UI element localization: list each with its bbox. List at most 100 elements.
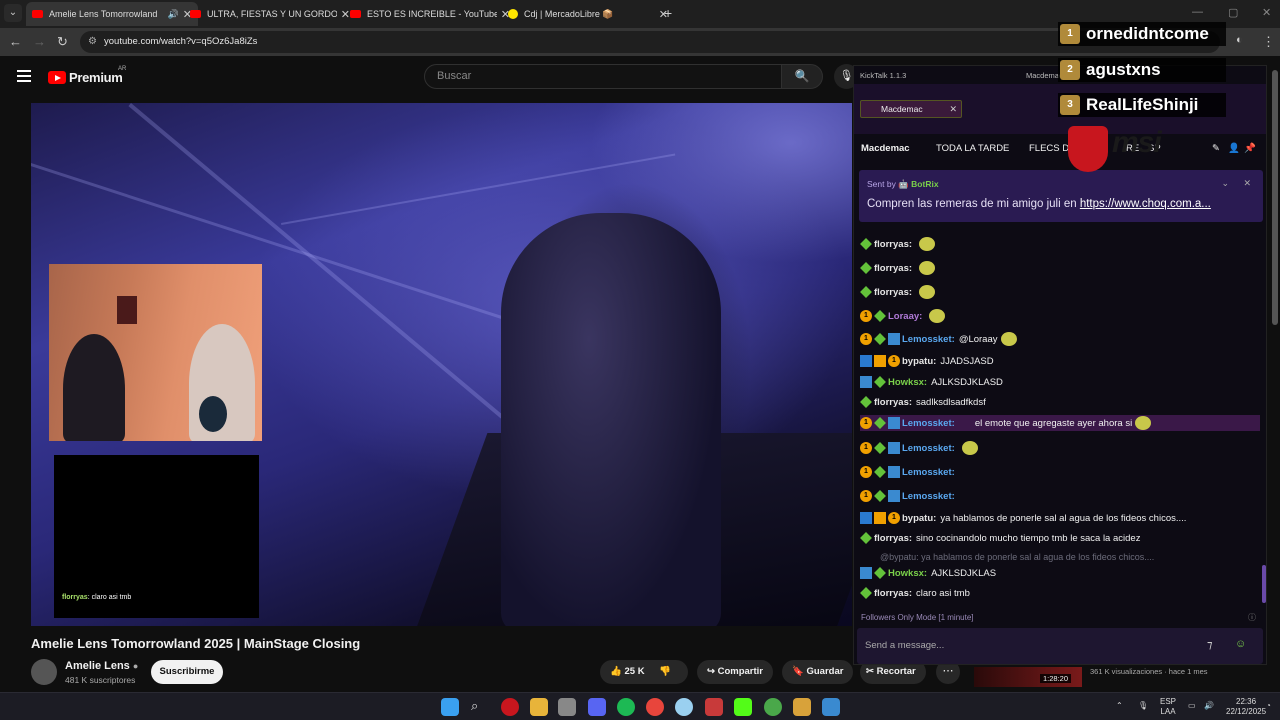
chrome-icon[interactable] [646, 698, 664, 716]
subscribe-button[interactable]: Suscribirme [151, 660, 223, 684]
app-icon[interactable] [822, 698, 840, 716]
tab-search-button[interactable]: ⌄ [4, 4, 22, 22]
language-indicator[interactable]: ESP LAA [1160, 697, 1176, 717]
notifications-icon[interactable]: ◔ [1266, 701, 1271, 711]
page-scrollbar[interactable] [1272, 70, 1278, 325]
spotify-icon[interactable] [617, 698, 635, 716]
minimize-icon[interactable]: — [1192, 6, 1203, 18]
nav-item[interactable]: Macdemac [861, 143, 910, 154]
hamburger-menu-icon[interactable] [17, 70, 31, 82]
back-arrow-icon[interactable]: ← [9, 34, 22, 49]
chat-message[interactable]: 1 Lemossket: el emote que agregaste ayer a… [860, 415, 1260, 431]
chat-username[interactable]: Lemossket: [902, 418, 955, 429]
discord-icon[interactable] [588, 698, 606, 716]
chat-message[interactable]: florryas: claro asi tmb [860, 585, 1260, 601]
chat-username[interactable]: Loraay: [888, 311, 922, 322]
share-button[interactable]: ↪ Compartir [697, 660, 774, 684]
url-field[interactable]: ⚙ youtube.com/watch?v=q5Oz6Ja8iZs [80, 31, 1220, 53]
chat-username[interactable]: Howksx: [888, 377, 927, 388]
chat-username[interactable]: florryas: [874, 239, 912, 250]
forward-arrow-icon[interactable]: → [33, 34, 46, 49]
chat-username[interactable]: Lemossket: [902, 443, 955, 454]
chat-username[interactable]: florryas: [874, 533, 912, 544]
chat-message[interactable]: Howksx: AJKLSDJKLAS [860, 565, 1260, 581]
chat-message[interactable]: Howksx: AJLKSDJKLASD [860, 374, 1260, 390]
chevron-down-icon[interactable]: ⌄ [1221, 178, 1229, 189]
search-input[interactable]: Buscar [424, 64, 782, 89]
app-icon[interactable] [558, 698, 576, 716]
nav-item[interactable]: TODA LA TARDE [936, 143, 1009, 154]
app-icon[interactable] [675, 698, 693, 716]
chat-message[interactable]: florryas: [860, 284, 1260, 300]
youtube-icon [350, 10, 361, 18]
channel-avatar[interactable] [31, 659, 57, 685]
chat-username[interactable]: bypatu: [902, 513, 936, 524]
maximize-icon[interactable]: ▢ [1228, 6, 1238, 19]
info-icon[interactable]: ⓘ [1248, 612, 1256, 623]
tray-chevron-icon[interactable]: ⌃ [1116, 701, 1123, 711]
translate-icon[interactable]: ⁊ [1207, 638, 1212, 651]
chat-message[interactable]: 1 Lemossket: [860, 488, 1260, 504]
chat-username[interactable]: Lemossket: [902, 491, 955, 502]
chat-username[interactable]: Lemossket: [902, 334, 955, 345]
pin-icon[interactable]: 📌 [1244, 143, 1256, 154]
channel-tab-macdemac[interactable]: Macdemac ✕ [860, 100, 962, 118]
app-icon[interactable] [793, 698, 811, 716]
dislike-button[interactable]: 👎 [659, 666, 671, 677]
chat-message[interactable]: florryas: [860, 236, 1260, 252]
chat-message[interactable]: florryas: sino cocinandolo mucho tiempo t… [860, 530, 1260, 546]
unpin-icon[interactable]: ✕ [1243, 178, 1251, 189]
youtube-logo[interactable]: Premium AR [48, 66, 126, 85]
tab-esto-es-increible[interactable]: ESTO ES INCREIBLE - YouTube ✕ [344, 2, 516, 26]
chat-username[interactable]: florryas: [874, 263, 912, 274]
chat-username[interactable]: Lemossket: [902, 467, 955, 478]
chat-message[interactable]: 1 Lemossket: [860, 464, 1260, 480]
close-icon[interactable]: ✕ [949, 101, 957, 117]
chat-message[interactable]: 1 Loraay: [860, 308, 1260, 324]
site-settings-icon[interactable]: ⚙ [88, 31, 97, 53]
chat-message[interactable]: florryas: sadlksdlsadfkdsf [860, 394, 1260, 410]
tab-amelie-lens[interactable]: Amelie Lens Tomorrowland 🔊 ✕ [26, 2, 198, 26]
microphone-icon[interactable]: 🎙 [1138, 701, 1148, 711]
thumbs-down-icon: 👎 [659, 666, 672, 677]
speaker-icon[interactable]: 🔊 [168, 9, 179, 20]
chat-username[interactable]: florryas: [874, 588, 912, 599]
volume-icon[interactable]: 🔊 [1204, 701, 1214, 711]
like-button[interactable]: 👍 25 K [610, 666, 645, 677]
window-close-icon[interactable]: ✕ [1262, 6, 1271, 19]
tab-ultra-fiestas[interactable]: ULTRA, FIESTAS Y UN GORDO E ✕ [184, 2, 356, 26]
nav-item[interactable]: FLECS D [1029, 143, 1069, 154]
network-icon[interactable]: ▭ [1188, 701, 1196, 711]
tab-mercadolibre[interactable]: Cdj | MercadoLibre 📦 ✕ [502, 2, 674, 26]
search-button[interactable]: 🔍 [781, 64, 823, 89]
file-explorer-icon[interactable] [530, 698, 548, 716]
chat-username[interactable]: florryas: [874, 397, 912, 408]
browser-menu-icon[interactable]: ⋮ [1262, 34, 1275, 50]
edit-icon[interactable]: ✎ [1212, 143, 1220, 154]
chat-username[interactable]: florryas: [874, 287, 912, 298]
channel-name[interactable]: Amelie Lens ● [65, 660, 138, 672]
user-icon[interactable]: 👤 [1228, 143, 1240, 154]
clock[interactable]: 22:36 22/12/2025 [1226, 697, 1266, 717]
emote-picker-icon[interactable]: ☺ [1235, 638, 1246, 650]
chat-message[interactable]: 1 bypatu: ya hablamos de ponerle sal al ag… [860, 510, 1260, 526]
reload-icon[interactable]: ↻ [57, 34, 68, 50]
msi-app-icon[interactable] [501, 698, 519, 716]
pinned-link[interactable]: https://www.choq.com.a... [1080, 198, 1211, 210]
chat-message[interactable]: florryas: [860, 260, 1260, 276]
search-icon[interactable]: ⌕ [471, 698, 489, 716]
app-icon[interactable] [705, 698, 723, 716]
app-icon[interactable] [764, 698, 782, 716]
chat-username[interactable]: Howksx: [888, 568, 927, 579]
windows-start-icon[interactable] [441, 698, 459, 716]
new-tab-button[interactable]: + [664, 5, 672, 21]
chat-username[interactable]: bypatu: [902, 356, 936, 367]
chat-message[interactable]: 1 Lemossket: [860, 440, 1260, 456]
chat-message[interactable]: 1 Lemossket: @Loraay [860, 331, 1260, 347]
kick-icon[interactable] [734, 698, 752, 716]
chat-message[interactable]: 1 bypatu: JJADSJASD [860, 353, 1260, 369]
chat-scrollbar[interactable] [1262, 565, 1266, 603]
extension-icon[interactable]: ◐ [1236, 34, 1243, 46]
save-button[interactable]: 🔖 Guardar [782, 660, 854, 684]
chat-input[interactable]: Send a message... ⁊ ☺ [857, 628, 1263, 664]
